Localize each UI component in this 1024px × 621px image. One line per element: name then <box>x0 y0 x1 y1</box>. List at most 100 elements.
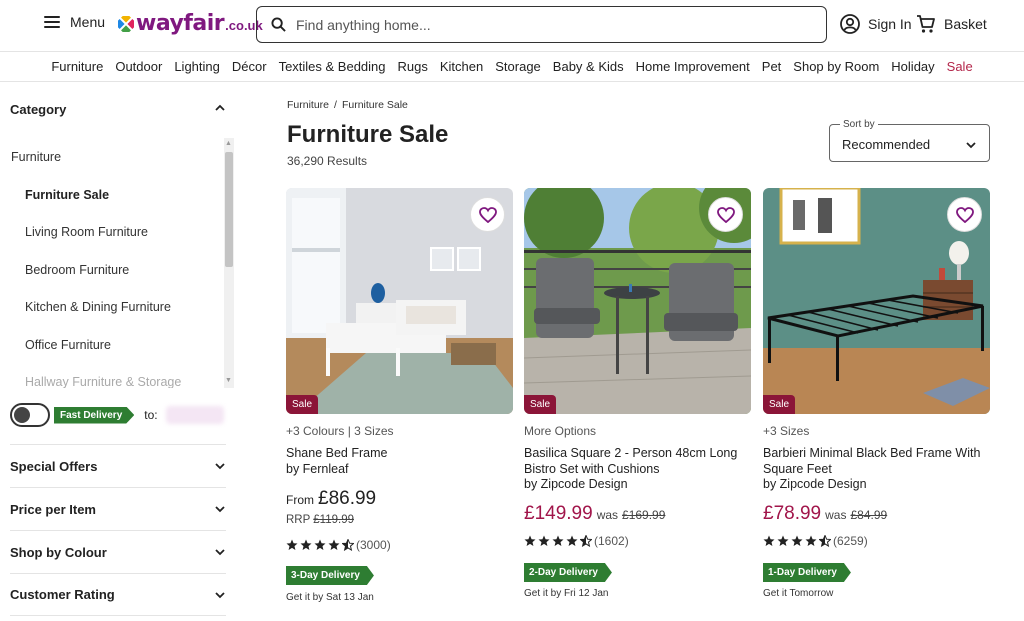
nav-rugs[interactable]: Rugs <box>392 59 434 74</box>
star-rating[interactable]: (6259) <box>763 534 868 548</box>
breadcrumb: Furniture / Furniture Sale <box>287 99 408 111</box>
sign-in-button[interactable]: Sign In <box>840 14 912 34</box>
product-title: Basilica Square 2 - Person 48cm Long Bis… <box>524 446 738 476</box>
category-item-furniture[interactable]: Furniture <box>11 150 61 164</box>
star-icon <box>777 535 789 546</box>
sign-in-label: Sign In <box>868 16 912 32</box>
filter-special-offers[interactable]: Special Offers <box>10 444 226 487</box>
logo-wordmark: wayfair <box>136 11 225 36</box>
half-star-icon <box>819 535 831 547</box>
product-title: Barbieri Minimal Black Bed Frame With Sq… <box>763 446 981 476</box>
star-icon <box>286 539 298 550</box>
sale-badge: Sale <box>524 395 557 414</box>
product-title: Shane Bed Frame <box>286 446 388 460</box>
product-image[interactable]: Sale <box>524 188 751 414</box>
scroll-down-icon[interactable]: ▼ <box>225 377 232 384</box>
fast-delivery-badge: Fast Delivery <box>54 406 135 424</box>
category-nav: Furniture Outdoor Lighting Décor Textile… <box>0 52 1024 82</box>
nav-sale[interactable]: Sale <box>941 59 979 74</box>
filter-shop-by-colour[interactable]: Shop by Colour <box>10 530 226 573</box>
nav-kitchen[interactable]: Kitchen <box>434 59 489 74</box>
menu-button[interactable]: Menu <box>44 14 105 30</box>
product-options[interactable]: +3 Colours | 3 Sizes <box>286 424 394 438</box>
filter-label: Customer Rating <box>10 587 115 602</box>
wayfair-logo[interactable]: wayfair .co.uk <box>118 11 263 36</box>
search-input[interactable] <box>296 16 796 33</box>
half-star-icon <box>580 535 592 547</box>
breadcrumb-furniture-sale[interactable]: Furniture Sale <box>342 99 408 111</box>
product-brand: by Zipcode Design <box>763 477 867 491</box>
category-item-office[interactable]: Office Furniture <box>25 338 111 352</box>
nav-baby-kids[interactable]: Baby & Kids <box>547 59 630 74</box>
rrp-price: £119.99 <box>313 514 354 526</box>
nav-home-improvement[interactable]: Home Improvement <box>630 59 756 74</box>
nav-textiles-bedding[interactable]: Textiles & Bedding <box>273 59 392 74</box>
postcode-value[interactable] <box>165 406 224 424</box>
star-icon <box>314 539 326 550</box>
basket-button[interactable]: Basket <box>916 14 987 34</box>
heart-icon <box>955 206 974 223</box>
category-item-living-room[interactable]: Living Room Furniture <box>25 225 148 239</box>
filter-customer-rating[interactable]: Customer Rating <box>10 573 226 616</box>
category-filter-header[interactable]: Category <box>10 102 226 117</box>
nav-shop-by-room[interactable]: Shop by Room <box>787 59 885 74</box>
delivery-badge: 1-Day Delivery <box>763 563 851 582</box>
product-name[interactable]: Basilica Square 2 - Person 48cm Long Bis… <box>524 446 751 493</box>
product-price: £149.99 <box>524 503 593 524</box>
category-item-kitchen-dining[interactable]: Kitchen & Dining Furniture <box>25 300 171 314</box>
filter-label: Special Offers <box>10 458 98 474</box>
category-item-bedroom[interactable]: Bedroom Furniture <box>25 263 129 277</box>
cart-icon <box>917 15 935 33</box>
product-name[interactable]: Shane Bed Frame by Fernleaf <box>286 446 513 477</box>
product-name[interactable]: Barbieri Minimal Black Bed Frame With Sq… <box>763 446 990 493</box>
category-list: Furniture Furniture Sale Living Room Fur… <box>0 138 236 388</box>
breadcrumb-furniture[interactable]: Furniture <box>287 99 329 111</box>
product-options[interactable]: More Options <box>524 424 596 438</box>
nav-pet[interactable]: Pet <box>756 59 788 74</box>
was-price: £169.99 <box>622 508 666 522</box>
favorite-button[interactable] <box>470 197 505 232</box>
chevron-down-icon <box>215 506 225 513</box>
delivery-badge: 3-Day Delivery <box>286 566 374 585</box>
review-count: (6259) <box>833 534 868 548</box>
product-image[interactable]: Sale <box>286 188 513 414</box>
delivery-date: Get it Tomorrow <box>763 588 834 599</box>
sort-value: Recommended <box>842 137 931 152</box>
favorite-button[interactable] <box>947 197 982 232</box>
product-price: £78.99 <box>763 503 822 524</box>
sort-label: Sort by <box>840 119 878 130</box>
nav-holiday[interactable]: Holiday <box>885 59 940 74</box>
product-image[interactable]: Sale <box>763 188 990 414</box>
hamburger-icon <box>44 16 60 28</box>
nav-furniture[interactable]: Furniture <box>45 59 109 74</box>
delivery-to-label: to: <box>144 408 158 422</box>
product-brand: by Fernleaf <box>286 461 349 476</box>
star-icon <box>538 535 550 546</box>
star-icon <box>524 535 536 546</box>
nav-lighting[interactable]: Lighting <box>168 59 226 74</box>
nav-storage[interactable]: Storage <box>489 59 547 74</box>
star-icon <box>300 539 312 550</box>
rrp-row: RRP £119.99 <box>286 514 354 526</box>
nav-outdoor[interactable]: Outdoor <box>109 59 168 74</box>
filter-price-per-item[interactable]: Price per Item <box>10 487 226 530</box>
star-rating[interactable]: (1602) <box>524 534 629 548</box>
sale-badge: Sale <box>286 395 319 414</box>
fast-delivery-toggle[interactable] <box>10 403 50 427</box>
category-item-furniture-sale[interactable]: Furniture Sale <box>25 188 109 202</box>
star-icon <box>763 535 775 546</box>
category-scrollbar-thumb[interactable] <box>225 152 233 267</box>
basket-label: Basket <box>944 16 987 32</box>
sort-dropdown[interactable]: Sort by Recommended <box>829 119 990 162</box>
star-icon <box>791 535 803 546</box>
nav-decor[interactable]: Décor <box>226 59 273 74</box>
menu-label: Menu <box>70 14 106 30</box>
category-item-hallway[interactable]: Hallway Furniture & Storage <box>25 375 181 388</box>
chevron-down-icon <box>215 549 225 556</box>
product-options[interactable]: +3 Sizes <box>763 424 809 438</box>
star-icon <box>805 535 817 546</box>
star-rating[interactable]: (3000) <box>286 538 391 552</box>
favorite-button[interactable] <box>708 197 743 232</box>
half-star-icon <box>342 539 354 551</box>
scroll-up-icon[interactable]: ▲ <box>225 140 232 147</box>
